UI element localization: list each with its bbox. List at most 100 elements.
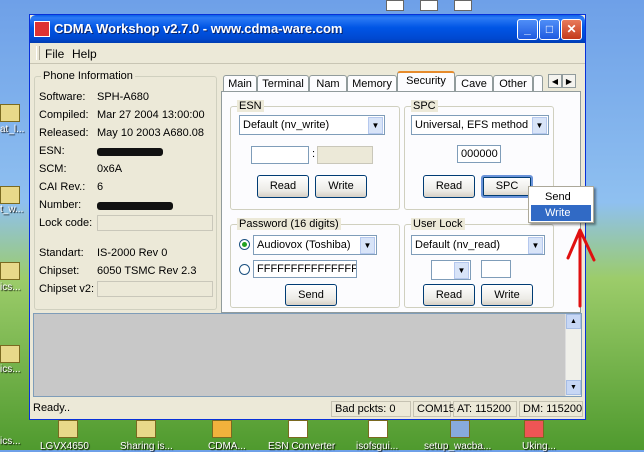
chevron-down-icon[interactable]: ▼ [368,117,383,134]
software-value: SPH-A680 [97,91,149,103]
standart-label: Standart: [39,247,84,259]
file-shortcut-icon[interactable] [288,420,308,438]
menu-grip [36,46,40,60]
log-output-area[interactable]: ▲ ▼ [33,313,582,397]
desktop-label: ESN Converter [268,441,336,452]
user-lock-mode-select[interactable]: Default (nv_read) ▼ [411,235,545,255]
desktop-file-icon[interactable] [0,186,20,204]
dm-baud-indicator: DM: 115200 [519,401,583,417]
password-preset-value: Audiovox (Toshiba) [257,239,351,251]
file-icon[interactable] [368,420,388,438]
user-lock-write-button[interactable]: Write [481,284,533,306]
phone-information-group: Phone Information Software: SPH-A680 Com… [34,70,217,310]
esn-label: ESN: [39,145,65,157]
status-text: Ready.. [33,402,71,414]
released-value: May 10 2003 A680.08 [97,127,205,139]
compiled-value: Mar 27 2004 13:00:00 [97,109,205,121]
chevron-down-icon[interactable]: ▼ [454,262,469,279]
maximize-button[interactable]: □ [539,19,560,40]
desktop-file-icon[interactable] [0,345,20,363]
spc-button[interactable]: SPC [481,175,533,198]
desktop-file-icon[interactable] [454,0,472,11]
spc-group-title: SPC [411,100,438,112]
log-vertical-scrollbar[interactable]: ▲ ▼ [565,314,581,396]
chipset-value: 6050 TSMC Rev 2.3 [97,265,197,277]
chipset-label: Chipset: [39,265,80,277]
tab-scroll-left-icon[interactable]: ◀ [548,74,562,88]
desktop-top-icons [380,0,500,11]
esn-group-title: ESN [237,100,264,112]
chevron-down-icon[interactable]: ▼ [528,237,543,254]
port-indicator: COM15 [413,401,455,417]
desktop-label: ics... [0,364,21,375]
scm-value: 0x6A [97,163,123,175]
desktop-file-icon[interactable] [386,0,404,11]
minimize-button[interactable]: _ [517,19,538,40]
esn-input-1[interactable] [251,146,309,164]
spc-code-input[interactable]: 000000 [457,145,501,163]
password-custom-radio[interactable] [239,264,250,275]
desktop-label: ics... [0,282,21,293]
desktop-label: Uking... [522,441,556,452]
spc-method-select[interactable]: Universal, EFS method ▼ [411,115,549,135]
chipset-v2-label: Chipset v2: [39,283,95,295]
app-icon[interactable] [34,21,50,37]
tab-strip: Main Terminal Nam Memory Security Cave O… [221,71,581,93]
user-lock-small-select[interactable]: ▼ [431,260,471,280]
desktop-file-icon[interactable] [0,262,20,280]
cai-rev-value: 6 [97,181,104,193]
software-label: Software: [39,91,86,103]
close-button[interactable]: ✕ [561,19,582,40]
chipset-v2-value [97,281,213,297]
password-preset-radio[interactable] [239,239,250,250]
esn-read-button[interactable]: Read [257,175,309,198]
scroll-down-icon[interactable]: ▼ [566,380,581,395]
bad-packets-indicator: Bad pckts: 0 [331,401,411,417]
menu-help[interactable]: Help [72,47,97,61]
desktop-file-icon[interactable] [420,0,438,11]
esn-group: ESN Default (nv_write) ▼ : Read Write [230,100,400,210]
window-title: CDMA Workshop v2.7.0 - www.cdma-ware.com [54,21,343,36]
menu-file[interactable]: File [45,47,64,61]
desktop-label: Sharing is... [120,441,173,452]
desktop-label: t_w... [0,204,24,215]
scroll-up-icon[interactable]: ▲ [566,314,581,329]
desktop-label: isofsgui... [356,441,399,452]
password-group: Password (16 digits) Audiovox (Toshiba) … [230,218,400,308]
standart-value: IS-2000 Rev 0 [97,247,168,259]
status-bar: Ready.. Bad pckts: 0 COM15 AT: 115200 DM… [30,399,585,419]
user-lock-read-button[interactable]: Read [423,284,475,306]
desktop-label: at_l... [0,124,25,135]
cdma-workshop-window: CDMA Workshop v2.7.0 - www.cdma-ware.com… [29,14,586,420]
esn-input-2 [317,146,373,164]
desktop-file-icon[interactable] [0,104,20,122]
app-shortcut-icon[interactable] [212,420,232,438]
folder-icon[interactable] [58,420,78,438]
esn-separator: : [312,148,316,160]
spc-read-button[interactable]: Read [423,175,475,198]
setup-icon[interactable] [450,420,470,438]
chevron-down-icon[interactable]: ▼ [360,237,375,254]
user-lock-group-title: User Lock [411,218,465,230]
esn-write-button[interactable]: Write [315,175,367,198]
password-preset-select[interactable]: Audiovox (Toshiba) ▼ [253,235,377,255]
cai-rev-label: CAI Rev.: [39,181,86,193]
lock-code-value [97,215,213,231]
tab-security[interactable]: Security [397,71,455,93]
user-lock-mode-value: Default (nv_read) [415,239,500,251]
chevron-down-icon[interactable]: ▼ [532,117,547,134]
title-bar[interactable]: CDMA Workshop v2.7.0 - www.cdma-ware.com… [30,15,585,43]
password-custom-input[interactable]: FFFFFFFFFFFFFFFF [253,260,357,278]
tab-scroll-right-icon[interactable]: ▶ [562,74,576,88]
context-menu-write[interactable]: Write [531,205,591,221]
context-menu-send[interactable]: Send [531,189,591,205]
folder-icon[interactable] [136,420,156,438]
compiled-label: Compiled: [39,109,89,121]
password-send-button[interactable]: Send [285,284,337,306]
app-shortcut-icon[interactable] [524,420,544,438]
user-lock-code-input[interactable] [481,260,511,278]
spc-context-menu: Send Write [528,186,594,223]
esn-mode-value: Default (nv_write) [243,119,330,131]
password-group-title: Password (16 digits) [237,218,341,230]
esn-mode-select[interactable]: Default (nv_write) ▼ [239,115,385,135]
